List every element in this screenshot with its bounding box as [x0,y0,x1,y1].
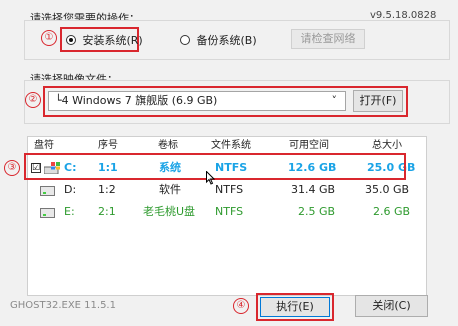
image-select[interactable]: └4 Windows 7 旗舰版 (6.9 GB) ˅ [48,91,346,111]
app-version-label: GHOST32.EXE 11.5.1 [10,300,116,311]
mouse-cursor-icon [206,170,216,188]
check-network-button[interactable]: 请检查网络 [291,29,365,49]
install-radio[interactable]: 安装系统(R) [66,32,143,48]
chevron-down-icon: ˅ [331,94,338,107]
row-label: 老毛桃U盘 [143,205,196,218]
step-2-marker: ② [25,92,41,108]
backup-radio-label: 备份系统(B) [196,34,257,47]
backup-radio[interactable]: 备份系统(B) [180,32,257,48]
row-drive: D: [64,183,77,196]
radio-unchecked-icon [180,35,190,45]
row-drive: E: [64,205,75,218]
radio-checked-icon [66,35,76,45]
disk-drive-icon [40,186,55,196]
header-fs: 文件系统 [211,140,251,151]
row-fs: NTFS [215,205,244,218]
header-index: 序号 [98,140,118,151]
row-index: 1:2 [98,183,116,196]
execute-button[interactable]: 执行(E) [260,297,330,317]
step-4-marker: ④ [233,298,249,314]
header-drive: 盘符 [34,140,54,151]
row-total: 35.0 GB [365,183,410,196]
header-free: 可用空间 [289,140,329,151]
step-1-marker: ① [41,30,57,46]
usb-drive-icon [40,208,55,218]
row-label: 软件 [159,183,181,196]
close-button[interactable]: 关闭(C) [355,295,428,317]
image-select-value: └4 Windows 7 旗舰版 (6.9 GB) [55,94,218,107]
open-file-button[interactable]: 打开(F) [353,90,403,112]
row-free: 31.4 GB [291,183,336,196]
table-row[interactable]: D: 1:2 软件 NTFS 31.4 GB 35.0 GB [28,179,426,201]
row-free: 2.5 GB [298,205,336,218]
install-radio-label: 安装系统(R) [82,34,143,47]
step-3-marker: ③ [4,160,20,176]
row-c-highlight [24,153,406,180]
row-fs: NTFS [215,183,244,196]
table-row[interactable]: E: 2:1 老毛桃U盘 NTFS 2.5 GB 2.6 GB [28,201,426,223]
header-total: 总大小 [372,140,402,151]
row-total: 2.6 GB [373,205,411,218]
header-label: 卷标 [158,140,178,151]
row-index: 2:1 [98,205,116,218]
